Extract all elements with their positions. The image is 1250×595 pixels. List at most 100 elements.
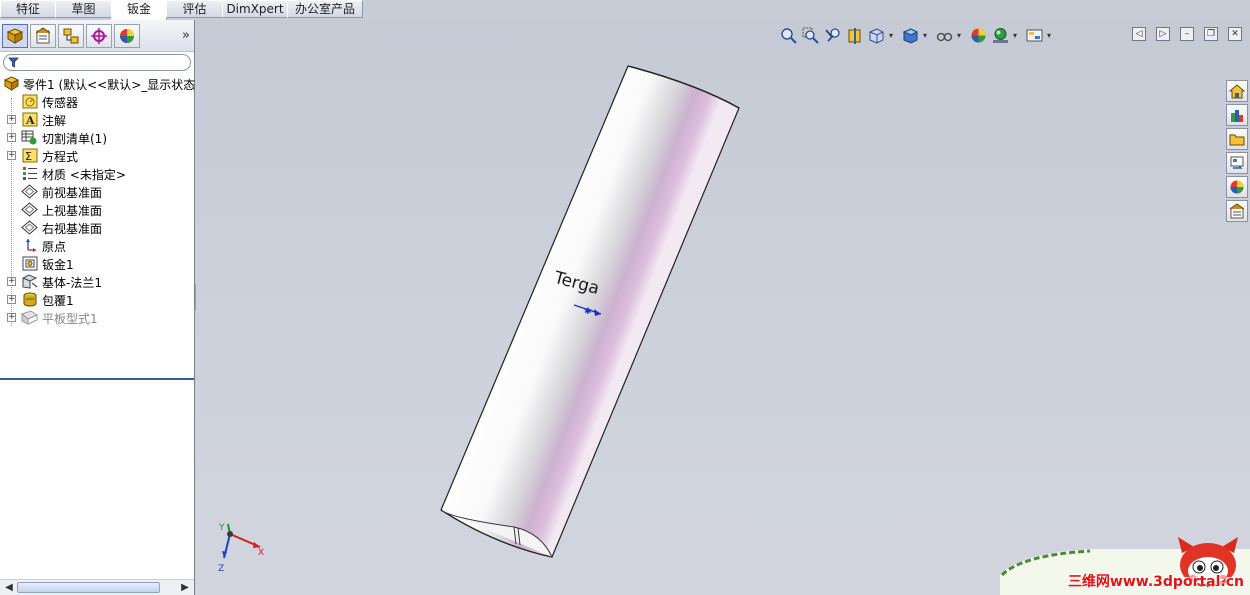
tree-item-label: 包覆1 [42, 294, 74, 308]
scroll-left-icon[interactable]: ◀ [2, 581, 16, 594]
flat-pattern-icon [21, 309, 38, 325]
featuremanager-panel: » 零件1 (默认<<默认>_显示状态 传感器 + A 注解 + 切割清单(1) + Σ 方程式… [0, 20, 195, 595]
tree-item-11[interactable]: + 包覆1 [0, 290, 194, 308]
tree-item-label: 注解 [42, 114, 67, 128]
configurationmanager-icon [63, 28, 79, 43]
tree-item-6[interactable]: 上视基准面 [0, 200, 194, 218]
featuremanager-tab[interactable] [2, 23, 28, 48]
base-flange-icon [21, 273, 38, 289]
design-library-icon [1231, 110, 1243, 122]
task-pane-custom-properties-button[interactable] [1226, 200, 1248, 222]
svg-text:A: A [25, 114, 35, 127]
tree-item-label: 上视基准面 [42, 204, 103, 218]
dimxpert-manager-icon [91, 27, 107, 44]
material-icon [21, 165, 38, 181]
expand-icon[interactable]: + [7, 313, 16, 322]
tree-item-label: 材质 <未指定> [42, 168, 126, 182]
tree-filter [0, 52, 194, 74]
display-manager-tab[interactable] [114, 23, 140, 48]
panel-more-button[interactable]: » [182, 28, 190, 43]
tree-item-label: 传感器 [42, 96, 79, 110]
filter-icon [8, 57, 19, 68]
plane-icon [21, 219, 38, 235]
sheet-metal-icon [21, 255, 38, 271]
sketch-point-marker: ✱ [584, 307, 592, 317]
task-pane-search-button[interactable] [1226, 152, 1248, 174]
tab-0[interactable]: 特征 [0, 0, 56, 18]
expand-icon[interactable]: + [7, 115, 16, 124]
tree-item-3[interactable]: + Σ 方程式 [0, 146, 194, 164]
home-icon [1229, 84, 1245, 99]
tree-item-label: 前视基准面 [42, 186, 103, 200]
sensor-icon [21, 93, 38, 109]
wrap-icon [21, 291, 38, 307]
annotation-icon: A [21, 111, 38, 127]
tree-item-12[interactable]: + 平板型式1 [0, 308, 194, 326]
triad-y-label: Y [218, 523, 225, 533]
tree-item-8[interactable]: 原点 [0, 236, 194, 254]
tree-item-label: 基体-法兰1 [42, 276, 102, 290]
tree-item-label: 方程式 [42, 150, 79, 164]
tree-item-4[interactable]: 材质 <未指定> [0, 164, 194, 182]
plane-icon [21, 183, 38, 199]
plane-icon [21, 201, 38, 217]
tree-item-label: 钣金1 [42, 258, 74, 272]
expand-icon[interactable]: + [7, 151, 16, 160]
expand-icon[interactable]: + [7, 295, 16, 304]
tree-item-5[interactable]: 前视基准面 [0, 182, 194, 200]
view-palette-icon [1230, 156, 1244, 169]
part-icon [3, 75, 20, 91]
cut-list-icon [21, 129, 38, 145]
svg-text:Σ: Σ [25, 150, 32, 163]
filter-input[interactable] [3, 54, 191, 71]
custom-properties-icon [1229, 203, 1245, 219]
task-pane-tabs [1226, 80, 1250, 225]
graphics-area[interactable]: ▾ ▾ ▾ ▾ ▾ ◁ ▷ – ❐ ✕ Terga ✱ X Y Z 三维网www… [196, 20, 1250, 595]
tab-4[interactable]: DimXpert [222, 0, 288, 18]
equation-icon: Σ [21, 147, 38, 163]
tab-3[interactable]: 评估 [166, 0, 223, 18]
tree-item-9[interactable]: 钣金1 [0, 254, 194, 272]
appearances-icon [1230, 180, 1244, 194]
tree-item-label: 原点 [42, 240, 67, 254]
configurationmanager-tab[interactable] [58, 23, 84, 48]
task-pane-appearances-button[interactable] [1226, 176, 1248, 198]
panel-tab-bar: » [0, 20, 194, 52]
task-pane-file-explorer-button[interactable] [1226, 128, 1248, 150]
tab-2[interactable]: 钣金 [111, 0, 167, 20]
tree-item-label: 切割清单(1) [42, 132, 107, 146]
propertymanager-icon [35, 26, 51, 43]
display-manager-icon [120, 28, 134, 43]
featuremanager-icon [6, 27, 24, 44]
task-pane-resources-button[interactable] [1226, 104, 1248, 126]
tree-item-label: 右视基准面 [42, 222, 103, 236]
tree-item-2[interactable]: + 切割清单(1) [0, 128, 194, 146]
triad-x-label: X [258, 548, 264, 558]
folder-icon [1229, 134, 1245, 146]
tree-root-label: 零件1 (默认<<默认>_显示状态 [23, 78, 196, 92]
dimxpert-manager-tab[interactable] [86, 23, 112, 48]
tree-root-part[interactable]: 零件1 (默认<<默认>_显示状态 [0, 74, 196, 92]
propertymanager-tab[interactable] [30, 23, 56, 48]
rollback-bar[interactable] [0, 378, 194, 380]
tree-item-10[interactable]: + 基体-法兰1 [0, 272, 194, 290]
origin-icon [21, 237, 38, 253]
model-view[interactable]: Terga ✱ [196, 20, 1250, 595]
expand-icon[interactable]: + [7, 133, 16, 142]
tab-1[interactable]: 草图 [55, 0, 112, 18]
task-pane-home-button[interactable] [1226, 80, 1248, 102]
watermark-text: 三维网www.3dportal.cn [1067, 574, 1244, 590]
horizontal-scrollbar[interactable]: ◀ ▶ [0, 579, 194, 595]
reference-triad: X Y Z [218, 523, 264, 574]
scroll-thumb[interactable] [17, 582, 160, 593]
scroll-right-icon[interactable]: ▶ [178, 581, 192, 594]
tree-item-0[interactable]: 传感器 [0, 92, 194, 110]
expand-icon[interactable]: + [7, 277, 16, 286]
tree-item-7[interactable]: 右视基准面 [0, 218, 194, 236]
tree-item-1[interactable]: + A 注解 [0, 110, 194, 128]
watermark: 三维网www.3dportal.cn [1000, 535, 1250, 595]
feature-tree: 零件1 (默认<<默认>_显示状态 传感器 + A 注解 + 切割清单(1) + Σ 方程式材质… [0, 74, 196, 380]
tree-item-label: 平板型式1 [42, 312, 98, 326]
tab-5[interactable]: 办公室产品 [287, 0, 363, 18]
triad-z-label: Z [218, 564, 224, 574]
